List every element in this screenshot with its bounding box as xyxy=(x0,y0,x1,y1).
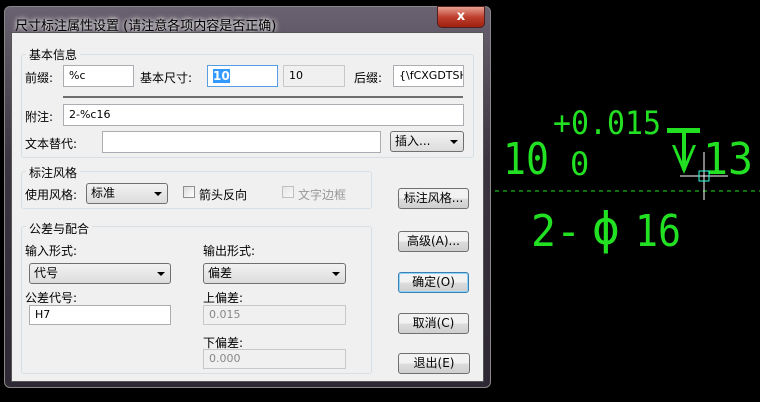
close-button[interactable]: x xyxy=(437,6,485,28)
output-form-label: 输出形式: xyxy=(203,244,256,258)
insert-dropdown[interactable]: 插入... xyxy=(390,131,464,152)
input-form-value: 代号 xyxy=(34,266,59,280)
dim-style-group-label: 标注风格 xyxy=(26,164,81,181)
preview-base-size: 10 xyxy=(503,134,549,185)
cad-preview: 10 +0.015 0 13 2- ϕ 16 xyxy=(495,104,760,257)
note-input[interactable]: 2-%c16 xyxy=(63,104,464,126)
preview-note-num: 16 xyxy=(635,206,681,257)
text-frame-label: 文字边框 xyxy=(298,188,347,202)
preview-upper-tol: +0.015 xyxy=(553,104,661,142)
chevron-down-icon xyxy=(157,272,165,276)
preview-lower-tol: 0 xyxy=(570,145,589,183)
use-style-value: 标准 xyxy=(91,186,116,200)
tolerance-group-label: 公差与配合 xyxy=(26,220,93,237)
upper-deviation-input[interactable]: 0.015 xyxy=(203,305,346,325)
text-replace-label: 文本替代: xyxy=(25,137,78,151)
text-frame-checkbox[interactable] xyxy=(282,186,294,198)
input-form-dropdown[interactable]: 代号 xyxy=(29,263,171,284)
suffix-input[interactable]: {\fCXGDTSHP xyxy=(393,65,464,87)
preview-depth: 13 xyxy=(703,134,753,185)
upper-deviation-label: 上偏差: xyxy=(203,291,244,305)
tolerance-code-label: 公差代号: xyxy=(25,291,78,305)
base-size-input[interactable]: 10 xyxy=(207,65,278,87)
advanced-button[interactable]: 高级(A)... xyxy=(398,231,469,252)
text-replace-input[interactable] xyxy=(102,131,381,153)
depth-symbol-icon xyxy=(667,128,700,174)
arrow-reverse-label: 箭头反向 xyxy=(199,188,248,202)
fraction-line xyxy=(63,96,463,98)
base-size-readonly: 10 xyxy=(283,65,345,87)
dim-style-button[interactable]: 标注风格... xyxy=(398,188,469,209)
preview-note-dash: 2- xyxy=(531,206,581,257)
use-style-label: 使用风格: xyxy=(25,188,78,202)
insert-dropdown-label: 插入... xyxy=(395,134,431,148)
suffix-label: 后缀: xyxy=(354,71,383,85)
base-size-label: 基本尺寸: xyxy=(140,71,193,85)
chevron-down-icon xyxy=(450,140,458,144)
dialog-client: 基本信息 前缀: %c 基本尺寸: 10 10 后缀: {\fCXGDTSHP … xyxy=(11,32,484,382)
input-form-label: 输入形式: xyxy=(25,244,78,258)
cancel-button[interactable]: 取消(C) xyxy=(398,313,469,334)
prefix-input[interactable]: %c xyxy=(63,65,134,87)
lower-deviation-input[interactable]: 0.000 xyxy=(203,349,346,369)
prefix-label: 前缀: xyxy=(25,71,54,85)
basic-info-group-label: 基本信息 xyxy=(26,46,81,63)
output-form-value: 偏差 xyxy=(208,266,233,280)
base-size-value: 10 xyxy=(213,69,230,83)
preview-phi: ϕ xyxy=(592,201,620,255)
use-style-dropdown[interactable]: 标准 xyxy=(86,183,168,204)
ok-button[interactable]: 确定(O) xyxy=(398,272,469,293)
output-form-dropdown[interactable]: 偏差 xyxy=(203,263,346,284)
chevron-down-icon xyxy=(332,272,340,276)
exit-button[interactable]: 退出(E) xyxy=(398,353,470,374)
chevron-down-icon xyxy=(154,192,162,196)
tolerance-code-input[interactable]: H7 xyxy=(29,305,171,325)
arrow-reverse-checkbox[interactable] xyxy=(183,186,195,198)
dimension-properties-dialog: 尺寸标注属性设置 (请注意各项内容是否正确) x 基本信息 前缀: %c 基本尺… xyxy=(4,6,491,388)
note-label: 附注: xyxy=(25,110,54,124)
